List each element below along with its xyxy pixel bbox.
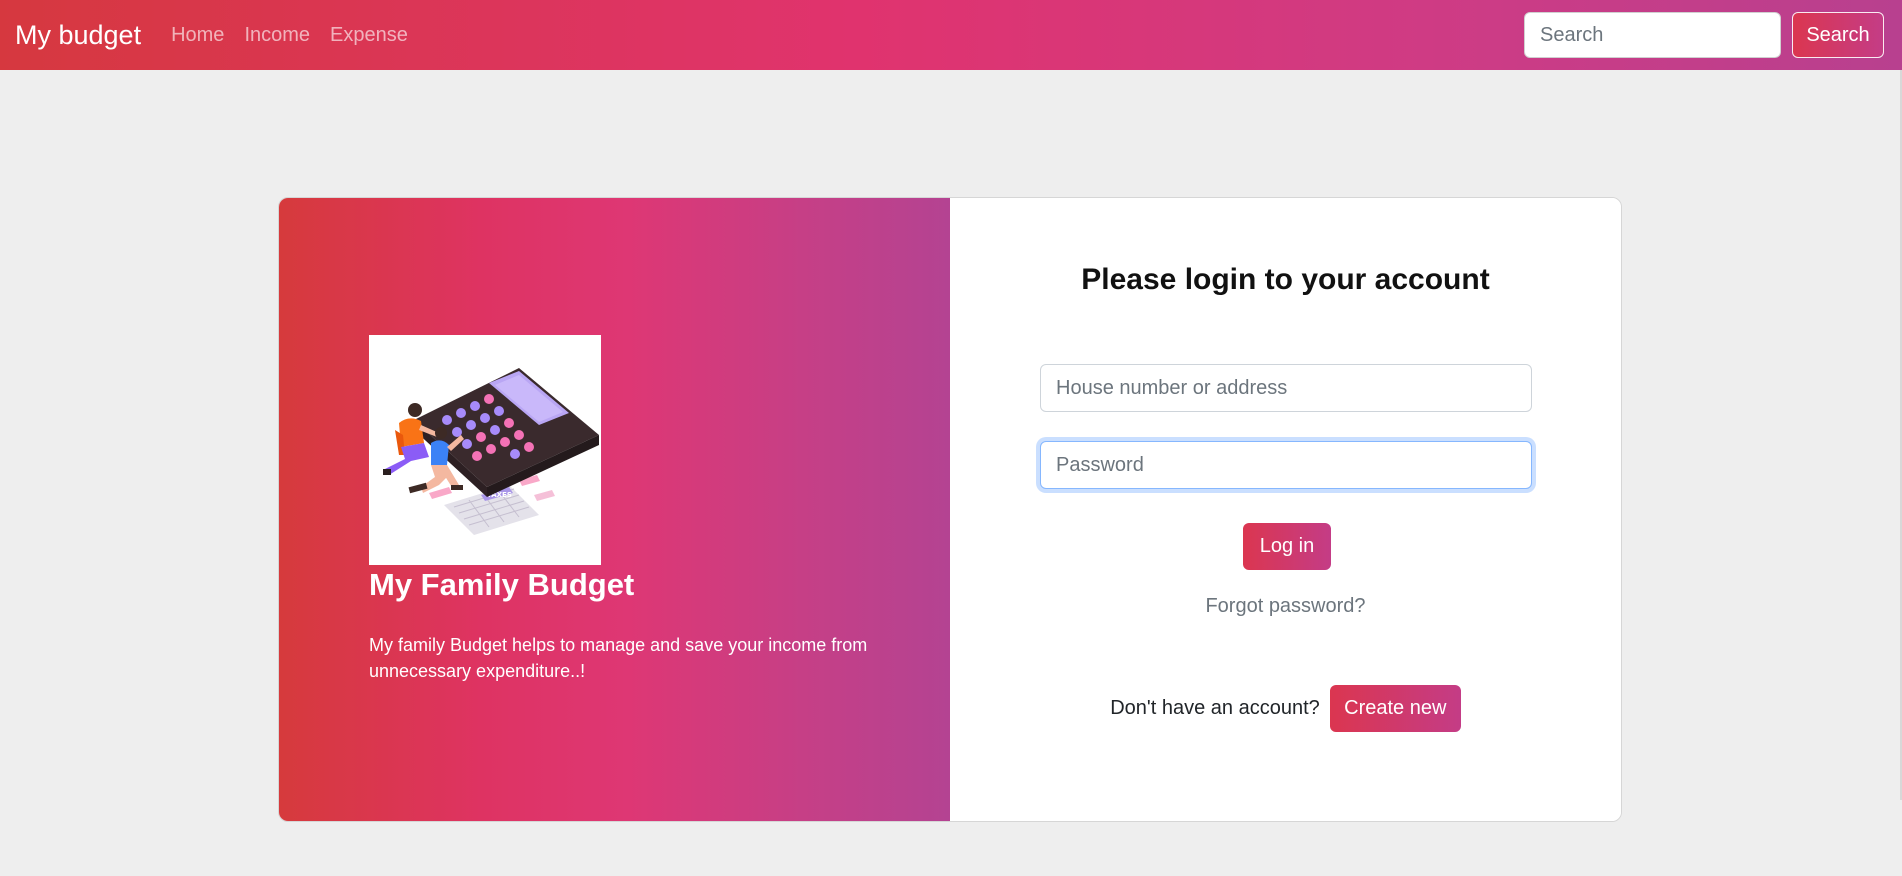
top-navbar: My budget Home Income Expense Search bbox=[0, 0, 1902, 70]
hero-description: My family Budget helps to manage and sav… bbox=[369, 635, 868, 681]
hero-panel: TAXES My Family Budget My family Budget … bbox=[279, 198, 950, 821]
brand-link[interactable]: My budget bbox=[15, 20, 141, 51]
signup-prompt: Don't have an account? bbox=[1110, 697, 1320, 719]
search-form: Search bbox=[1524, 12, 1884, 58]
nav-link-expense[interactable]: Expense bbox=[330, 24, 408, 47]
calculator-illustration-icon: TAXES bbox=[383, 368, 599, 535]
password-field[interactable] bbox=[1040, 441, 1532, 489]
hero-title: My Family Budget bbox=[369, 567, 635, 602]
forgot-password-link[interactable]: Forgot password? bbox=[950, 595, 1621, 618]
search-input[interactable] bbox=[1524, 12, 1781, 58]
nav-link-income[interactable]: Income bbox=[244, 24, 310, 47]
login-button[interactable]: Log in bbox=[1243, 523, 1331, 570]
signup-row: Don't have an account? Create new bbox=[950, 685, 1621, 732]
search-button[interactable]: Search bbox=[1792, 12, 1884, 58]
login-card: TAXES My Family Budget My family Budget … bbox=[278, 197, 1622, 822]
budget-calculator-illustration: TAXES bbox=[369, 335, 601, 565]
username-field[interactable] bbox=[1040, 364, 1532, 412]
login-heading: Please login to your account bbox=[1081, 263, 1490, 296]
create-account-button[interactable]: Create new bbox=[1329, 685, 1461, 732]
login-panel: Please login to your account Log in Forg… bbox=[950, 198, 1621, 821]
nav-link-home[interactable]: Home bbox=[171, 24, 224, 47]
